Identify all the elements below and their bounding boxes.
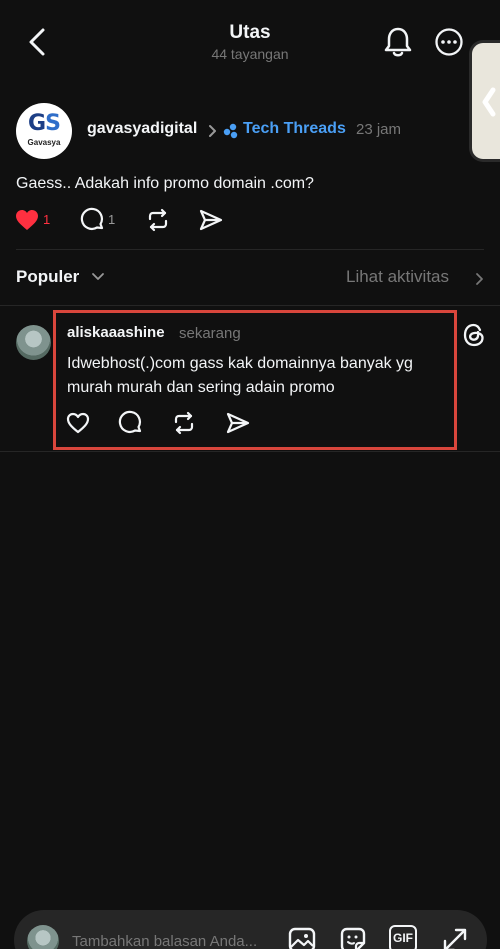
view-activity-link[interactable]: Lihat aktivitas — [346, 267, 449, 287]
reply-button[interactable] — [80, 207, 106, 233]
comment-icon — [118, 410, 142, 433]
threads-icon — [463, 323, 484, 347]
chevron-right-icon — [209, 125, 216, 137]
reply-username[interactable]: aliskaaashine — [67, 324, 165, 341]
reply-repost-button[interactable] — [171, 410, 197, 436]
chevron-left-icon — [482, 87, 496, 117]
like-count: 1 — [43, 212, 51, 227]
gif-button[interactable]: GIF — [389, 925, 417, 949]
sticker-button[interactable] — [338, 925, 368, 949]
reply-like-button[interactable] — [65, 410, 91, 436]
reply-timestamp: sekarang — [179, 325, 241, 342]
share-button[interactable] — [198, 207, 224, 233]
view-count: 44 tayangan — [211, 46, 289, 62]
reply-body: Idwebhost(.)com gass kak domainnya banya… — [67, 355, 413, 396]
like-button[interactable] — [14, 207, 40, 233]
chevron-down-icon[interactable] — [91, 272, 105, 282]
reply-avatar[interactable] — [16, 325, 51, 360]
more-options-button[interactable] — [434, 27, 464, 57]
expand-composer-button[interactable] — [440, 925, 470, 949]
divider — [16, 249, 484, 250]
heart-filled-icon — [16, 210, 38, 230]
comment-icon — [80, 207, 104, 230]
notifications-button[interactable] — [383, 26, 413, 58]
chevron-right-icon[interactable] — [474, 271, 484, 287]
divider — [0, 305, 500, 306]
community-icon — [223, 123, 238, 139]
send-icon — [226, 412, 250, 434]
sticker-icon — [340, 927, 366, 949]
bell-icon — [384, 27, 412, 57]
side-panel-handle[interactable] — [469, 40, 500, 162]
heart-icon — [66, 412, 90, 434]
community-link[interactable]: Tech Threads — [243, 120, 346, 138]
brand-logo-subtext: Gavasya — [27, 138, 61, 147]
threads-logo-icon[interactable] — [462, 322, 486, 348]
post-username[interactable]: gavasyadigital — [87, 120, 197, 138]
reply-share-button[interactable] — [225, 410, 251, 436]
image-icon — [288, 927, 316, 949]
reply-input[interactable] — [72, 930, 277, 949]
more-horizontal-icon — [435, 28, 463, 56]
post-body: Gaess.. Adakah info promo domain .com? — [16, 175, 314, 192]
repost-icon — [148, 208, 168, 232]
repost-icon — [174, 411, 194, 435]
reply-comment-button[interactable] — [118, 410, 144, 436]
repost-button[interactable] — [145, 207, 171, 233]
reply-count: 1 — [108, 212, 116, 227]
composer-avatar — [27, 925, 59, 949]
post-timestamp: 23 jam — [356, 121, 402, 138]
expand-icon — [443, 928, 467, 949]
attach-image-button[interactable] — [287, 925, 317, 949]
page-title: Utas — [229, 22, 271, 43]
sort-dropdown-label[interactable]: Populer — [16, 267, 79, 287]
divider — [0, 451, 500, 452]
send-icon — [199, 209, 223, 231]
brand-logo-text: GS — [28, 111, 61, 136]
avatar[interactable]: GS Gavasya — [16, 103, 72, 159]
